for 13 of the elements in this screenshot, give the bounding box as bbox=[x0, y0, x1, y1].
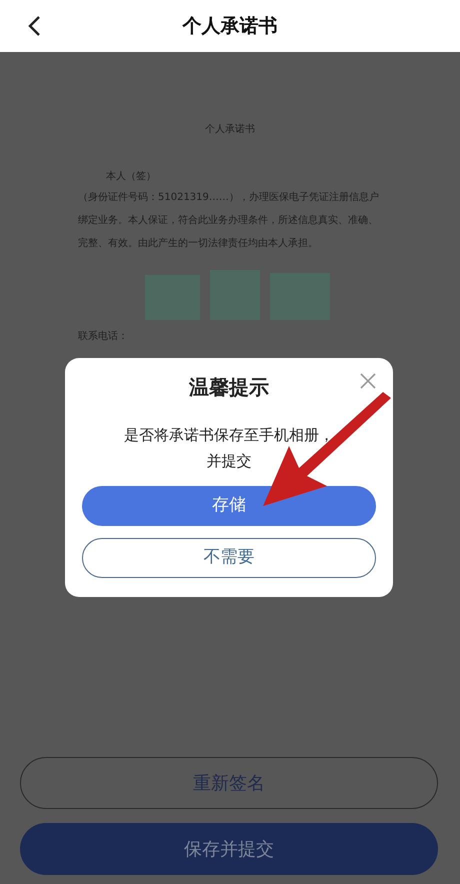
dialog-button[interactable]: 不需要 bbox=[82, 538, 376, 578]
dialog-message: 是否将承诺书保存至手机相册，并提交 bbox=[123, 425, 335, 472]
dialog-title: 温馨提示 bbox=[189, 374, 269, 401]
page-title: 个人承诺书 bbox=[182, 14, 278, 39]
back-icon bbox=[27, 15, 41, 37]
dialog-button[interactable]: 存储 bbox=[82, 486, 376, 526]
phone-label: 联系电话： bbox=[78, 330, 129, 344]
close-button[interactable] bbox=[359, 372, 377, 390]
document-title: 个人承诺书 bbox=[204, 122, 256, 137]
signer-label: 本人（签） bbox=[106, 170, 157, 184]
footer-button[interactable]: 保存并提交 bbox=[20, 823, 438, 875]
pledge-text: （身份证件号码：51021319……），办理医保电子凭证注册信息户绑定业务。本人保证，符合此业务办理条件，所述信息真实、准确、完整、有效。由此产生的一切法律责任均由本人承担。 bbox=[78, 190, 380, 251]
close-icon bbox=[359, 372, 377, 390]
